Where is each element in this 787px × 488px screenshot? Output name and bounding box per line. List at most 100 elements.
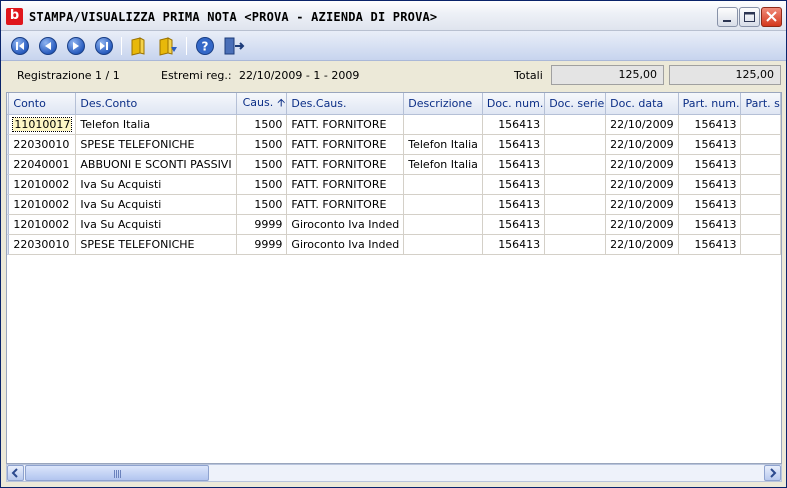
table-cell[interactable]: 22030010	[8, 234, 77, 255]
table-cell[interactable]: 156413	[678, 194, 742, 215]
table-cell[interactable]	[403, 114, 483, 135]
row-selector[interactable]	[7, 134, 10, 155]
table-cell[interactable]: Giroconto Iva Inded	[286, 234, 405, 255]
table-cell[interactable]: 156413	[482, 154, 546, 175]
table-cell[interactable]	[403, 174, 483, 195]
table-cell[interactable]: 1500	[236, 194, 288, 215]
row-selector[interactable]	[7, 154, 10, 175]
table-cell[interactable]: 9999	[236, 214, 288, 235]
table-cell[interactable]: 22/10/2009	[605, 194, 679, 215]
table-cell[interactable]: 22040001	[8, 154, 77, 175]
table-row[interactable]: 12010002 Iva Su Acquisti 1500 FATT. FORNITO…	[7, 194, 781, 215]
table-cell[interactable]: 156413	[678, 114, 742, 135]
table-cell[interactable]: 22/10/2009	[605, 134, 679, 155]
table-cell[interactable]	[544, 214, 607, 235]
table-cell[interactable]: Iva Su Acquisti	[75, 174, 237, 195]
table-cell[interactable]: 12010002	[8, 214, 77, 235]
column-header-des-conto[interactable]: Des.Conto	[75, 93, 237, 115]
table-cell[interactable]: FATT. FORNITORE	[286, 154, 405, 175]
row-selector[interactable]	[7, 214, 10, 235]
table-cell[interactable]: SPESE TELEFONICHE	[75, 234, 237, 255]
table-cell[interactable]: 22/10/2009	[605, 154, 679, 175]
table-cell[interactable]: FATT. FORNITORE	[286, 134, 405, 155]
table-cell[interactable]: 156413	[482, 194, 546, 215]
table-cell[interactable]: Giroconto Iva Inded	[286, 214, 405, 235]
table-cell[interactable]: 22/10/2009	[605, 114, 679, 135]
table-cell[interactable]	[740, 234, 781, 255]
row-selector[interactable]	[7, 194, 10, 215]
table-cell[interactable]	[544, 234, 607, 255]
table-row[interactable]: 12010002 Iva Su Acquisti 9999 Giroconto Iva…	[7, 214, 781, 235]
table-cell[interactable]	[403, 234, 483, 255]
table-cell[interactable]: 22/10/2009	[605, 234, 679, 255]
table-cell[interactable]: 1500	[236, 134, 288, 155]
last-record-button[interactable]	[94, 36, 114, 56]
table-row[interactable]: 11010017 Telefon Italia 1500 FATT. FORNITOR…	[7, 114, 781, 135]
table-cell[interactable]	[544, 114, 607, 135]
table-cell[interactable]: 22/10/2009	[605, 214, 679, 235]
entries-grid[interactable]: Conto Des.Conto Caus. 🡩 Des.Caus. Descriz…	[6, 92, 782, 464]
table-cell[interactable]: Iva Su Acquisti	[75, 194, 237, 215]
table-cell[interactable]: Telefon Italia	[403, 154, 483, 175]
help-button[interactable]: ?	[195, 36, 215, 56]
table-cell[interactable]: 156413	[482, 214, 546, 235]
column-header-part-serie[interactable]: Part. s	[740, 93, 781, 115]
column-header-doc-serie[interactable]: Doc. serie	[544, 93, 607, 115]
row-selector[interactable]	[7, 114, 10, 135]
horizontal-scrollbar[interactable]	[6, 464, 782, 482]
table-cell[interactable]: 156413	[678, 134, 742, 155]
title-bar[interactable]: b STAMPA/VISUALIZZA PRIMA NOTA <PROVA - …	[1, 1, 786, 31]
table-cell[interactable]: 12010002	[8, 194, 77, 215]
first-record-button[interactable]	[10, 36, 30, 56]
column-header-part-num[interactable]: Part. num.	[678, 93, 742, 115]
scroll-left-button[interactable]	[7, 465, 24, 481]
table-cell[interactable]: 9999	[236, 234, 288, 255]
table-cell[interactable]: 156413	[482, 174, 546, 195]
table-row[interactable]: 22040001 ABBUONI E SCONTI PASSIVI 1500 FATT…	[7, 154, 781, 175]
table-cell[interactable]: 22/10/2009	[605, 174, 679, 195]
table-cell[interactable]	[544, 154, 607, 175]
previous-record-button[interactable]	[38, 36, 58, 56]
table-cell[interactable]: 1500	[236, 114, 288, 135]
app-logo-icon[interactable]: b	[6, 8, 23, 25]
table-cell[interactable]: 22030010	[8, 134, 77, 155]
scroll-thumb[interactable]	[25, 465, 209, 481]
column-header-caus[interactable]: Caus. 🡩	[236, 93, 288, 115]
table-cell[interactable]: 156413	[482, 234, 546, 255]
column-header-doc-num[interactable]: Doc. num.	[482, 93, 546, 115]
row-selector[interactable]	[7, 174, 10, 195]
scroll-right-button[interactable]	[764, 465, 781, 481]
column-header-conto[interactable]: Conto	[8, 93, 77, 115]
print-button[interactable]	[157, 36, 177, 56]
table-cell[interactable]: ABBUONI E SCONTI PASSIVI	[75, 154, 237, 175]
table-cell[interactable]	[403, 194, 483, 215]
exit-button[interactable]	[223, 36, 245, 56]
table-cell[interactable]	[740, 154, 781, 175]
table-cell[interactable]: 156413	[678, 214, 742, 235]
table-cell[interactable]: 11010017	[8, 114, 77, 135]
table-cell[interactable]	[740, 174, 781, 195]
table-cell[interactable]: 1500	[236, 174, 288, 195]
minimize-button[interactable]	[717, 7, 738, 27]
table-cell[interactable]: 156413	[482, 134, 546, 155]
table-cell[interactable]: 156413	[678, 234, 742, 255]
column-header-des-caus[interactable]: Des.Caus.	[286, 93, 405, 115]
table-cell[interactable]: FATT. FORNITORE	[286, 174, 405, 195]
table-cell[interactable]: FATT. FORNITORE	[286, 114, 405, 135]
next-record-button[interactable]	[66, 36, 86, 56]
table-row[interactable]: 22030010 SPESE TELEFONICHE 1500 FATT. FORNI…	[7, 134, 781, 155]
table-cell[interactable]	[403, 214, 483, 235]
table-cell[interactable]	[740, 134, 781, 155]
table-row[interactable]: 12010002 Iva Su Acquisti 1500 FATT. FORNITO…	[7, 174, 781, 195]
column-header-descrizione[interactable]: Descrizione	[403, 93, 483, 115]
table-cell[interactable]: Iva Su Acquisti	[75, 214, 237, 235]
table-cell[interactable]: Telefon Italia	[403, 134, 483, 155]
table-row[interactable]: 22030010 SPESE TELEFONICHE 9999 Giroconto I…	[7, 234, 781, 255]
close-button[interactable]	[761, 7, 782, 27]
table-cell[interactable]: Telefon Italia	[75, 114, 237, 135]
table-cell[interactable]	[740, 194, 781, 215]
table-cell[interactable]: 12010002	[8, 174, 77, 195]
open-button[interactable]	[129, 36, 149, 56]
table-cell[interactable]: 1500	[236, 154, 288, 175]
table-cell[interactable]	[740, 114, 781, 135]
